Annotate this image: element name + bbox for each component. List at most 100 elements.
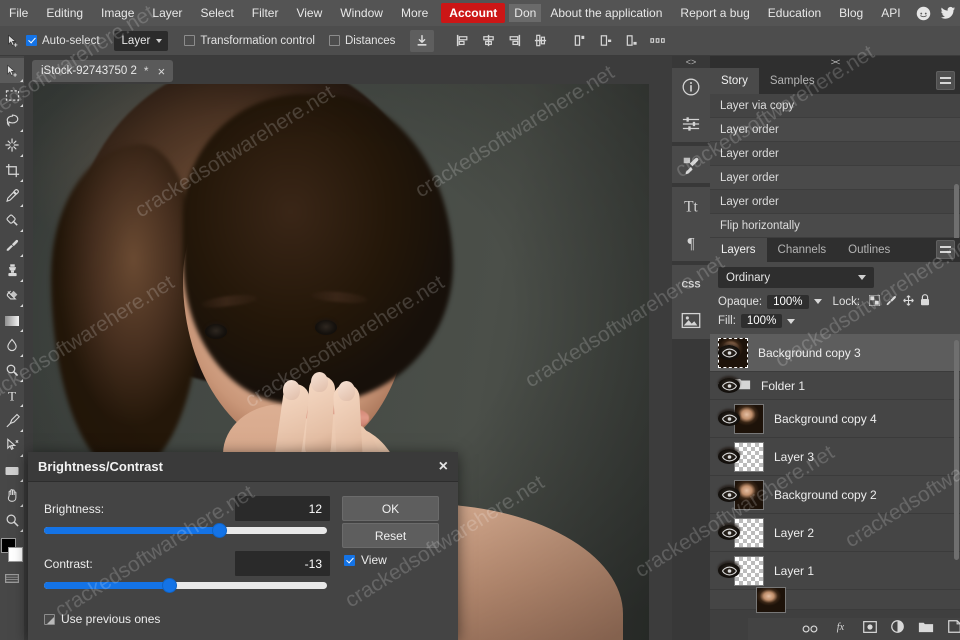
menu-item-layer[interactable]: Layer: [143, 0, 191, 26]
menu-item-window[interactable]: Window: [331, 0, 392, 26]
image-panel-icon[interactable]: [672, 302, 710, 339]
tab-channels[interactable]: Channels: [767, 238, 838, 262]
menu-item-education[interactable]: Education: [759, 0, 830, 26]
tab-story[interactable]: Story: [710, 68, 759, 94]
history-item[interactable]: Layer order: [710, 118, 960, 142]
new-layer-icon[interactable]: [948, 620, 960, 638]
table-row[interactable]: Layer 2: [710, 514, 960, 552]
menu-item-image[interactable]: Image: [92, 0, 143, 26]
panel-collapse-icon[interactable]: ><: [710, 56, 960, 68]
distances-checkbox[interactable]: Distances: [328, 35, 395, 47]
tool-lasso[interactable]: [0, 108, 24, 133]
tool-crop[interactable]: [0, 158, 24, 183]
blend-mode-dropdown[interactable]: Ordinary: [718, 267, 874, 288]
character-icon[interactable]: Tt: [672, 187, 710, 224]
rail-collapse-icon[interactable]: <>: [672, 56, 710, 68]
close-icon[interactable]: ×: [156, 65, 168, 78]
contrast-input[interactable]: -13: [235, 551, 330, 576]
tool-hand[interactable]: [0, 483, 24, 508]
transform-control-checkbox[interactable]: Transformation control: [184, 35, 315, 47]
table-row[interactable]: Layer 1: [710, 552, 960, 590]
color-swatches[interactable]: [0, 536, 24, 566]
table-row[interactable]: Folder 1: [710, 372, 960, 400]
eye-icon[interactable]: [718, 345, 740, 360]
table-row[interactable]: Layer 3: [710, 438, 960, 476]
new-group-icon[interactable]: [918, 620, 934, 638]
menu-item-report-bug[interactable]: Report a bug: [671, 0, 758, 26]
auto-select-checkbox[interactable]: Auto-select: [26, 35, 100, 47]
eye-icon[interactable]: [718, 487, 740, 502]
contrast-slider-knob[interactable]: [161, 578, 177, 593]
tool-path-select[interactable]: [0, 433, 24, 458]
tool-eyedropper[interactable]: [0, 183, 24, 208]
lock-position-icon[interactable]: [903, 294, 914, 309]
eye-icon[interactable]: [718, 411, 740, 426]
tool-pen[interactable]: [0, 408, 24, 433]
layers-list[interactable]: Background copy 3 Folder 1 Background co…: [710, 334, 960, 613]
align-middle-v-icon[interactable]: [528, 30, 552, 52]
use-previous-checkbox[interactable]: Use previous ones: [44, 612, 160, 626]
tool-rect-marquee[interactable]: [0, 83, 24, 108]
menu-item-blog[interactable]: Blog: [830, 0, 872, 26]
tab-outlines[interactable]: Outlines: [837, 238, 901, 262]
eye-icon[interactable]: [718, 378, 740, 393]
reddit-icon[interactable]: [916, 6, 931, 21]
tool-brush[interactable]: [0, 233, 24, 258]
css-icon[interactable]: CSS: [672, 265, 710, 302]
link-layers-icon[interactable]: [802, 620, 818, 638]
tool-move[interactable]: [0, 58, 24, 83]
screen-mode-icon[interactable]: [0, 566, 24, 591]
ok-button[interactable]: OK: [342, 496, 439, 521]
tab-layers[interactable]: Layers: [710, 238, 767, 262]
distribute-spacing-icon[interactable]: [646, 30, 670, 52]
menu-item-account[interactable]: Account: [441, 3, 506, 23]
history-item[interactable]: Layer via copy: [710, 94, 960, 118]
contrast-slider[interactable]: [44, 578, 327, 593]
background-color-swatch[interactable]: [8, 547, 23, 562]
tool-shape[interactable]: [0, 458, 24, 483]
history-list[interactable]: Layer via copy Layer order Layer order L…: [710, 94, 960, 244]
close-icon[interactable]: ×: [439, 458, 448, 475]
eye-icon[interactable]: [718, 563, 740, 578]
menu-item-more[interactable]: More: [392, 0, 437, 26]
history-item[interactable]: Layer order: [710, 166, 960, 190]
brightness-slider-knob[interactable]: [212, 523, 228, 538]
history-item[interactable]: Flip horizontally: [710, 214, 960, 238]
layer-effects-icon[interactable]: fx: [832, 620, 849, 638]
auto-select-target-dropdown[interactable]: Layer: [113, 30, 169, 51]
lock-transparency-icon[interactable]: [868, 293, 881, 309]
add-mask-icon[interactable]: [863, 620, 877, 638]
dialog-title-bar[interactable]: Brightness/Contrast ×: [28, 452, 458, 482]
brightness-contrast-dialog[interactable]: Brightness/Contrast × Brightness: 12 Con…: [28, 452, 458, 640]
twitter-icon[interactable]: [940, 6, 956, 21]
menu-item-editing[interactable]: Editing: [37, 0, 92, 26]
brightness-slider[interactable]: [44, 523, 327, 538]
tool-gradient[interactable]: [0, 308, 24, 333]
adjustments-icon[interactable]: [672, 105, 710, 142]
menu-item-about[interactable]: About the application: [541, 0, 671, 26]
layers-panel-menu-icon[interactable]: [936, 240, 955, 259]
table-row[interactable]: Background copy 2: [710, 476, 960, 514]
align-right-icon[interactable]: [502, 30, 526, 52]
tool-eraser[interactable]: [0, 283, 24, 308]
eye-icon[interactable]: [718, 525, 740, 540]
opacity-dropdown-icon[interactable]: [813, 299, 822, 304]
tool-magic-wand[interactable]: [0, 133, 24, 158]
layers-scrollbar[interactable]: [954, 340, 959, 560]
menu-item-donate[interactable]: Don: [509, 4, 542, 22]
fill-value[interactable]: 100%: [740, 314, 783, 328]
history-scrollbar[interactable]: [954, 184, 959, 244]
menu-item-file[interactable]: File: [0, 0, 37, 26]
table-row[interactable]: [710, 586, 960, 613]
brightness-input[interactable]: 12: [235, 496, 330, 521]
lock-pixels-icon[interactable]: [886, 295, 897, 309]
tool-healing-brush[interactable]: [0, 208, 24, 233]
brush-panel-icon[interactable]: [672, 146, 710, 183]
tool-blur[interactable]: [0, 333, 24, 358]
fill-dropdown-icon[interactable]: [787, 318, 796, 324]
reset-button[interactable]: Reset: [342, 523, 439, 548]
distribute-right-icon[interactable]: [620, 30, 644, 52]
menu-item-api[interactable]: API: [872, 0, 909, 26]
table-row[interactable]: Background copy 4: [710, 400, 960, 438]
info-icon[interactable]: [672, 68, 710, 105]
